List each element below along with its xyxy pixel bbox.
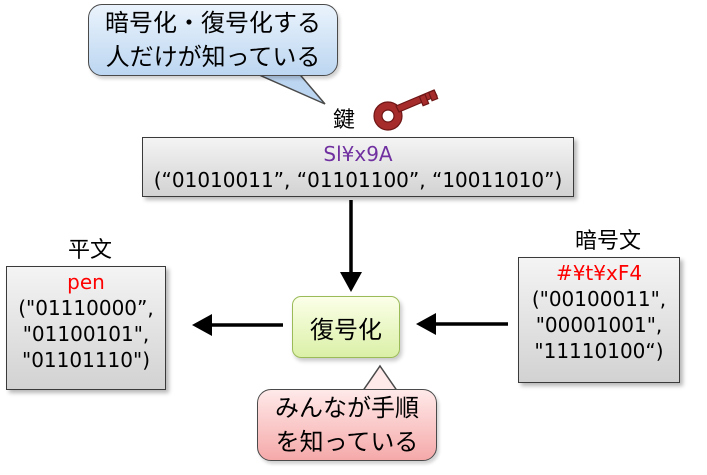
arrow-cipher-to-decrypt bbox=[416, 313, 508, 335]
arrow-key-to-decrypt bbox=[340, 200, 362, 292]
arrow-decrypt-to-plain bbox=[192, 314, 283, 336]
flow-arrows bbox=[192, 200, 508, 336]
